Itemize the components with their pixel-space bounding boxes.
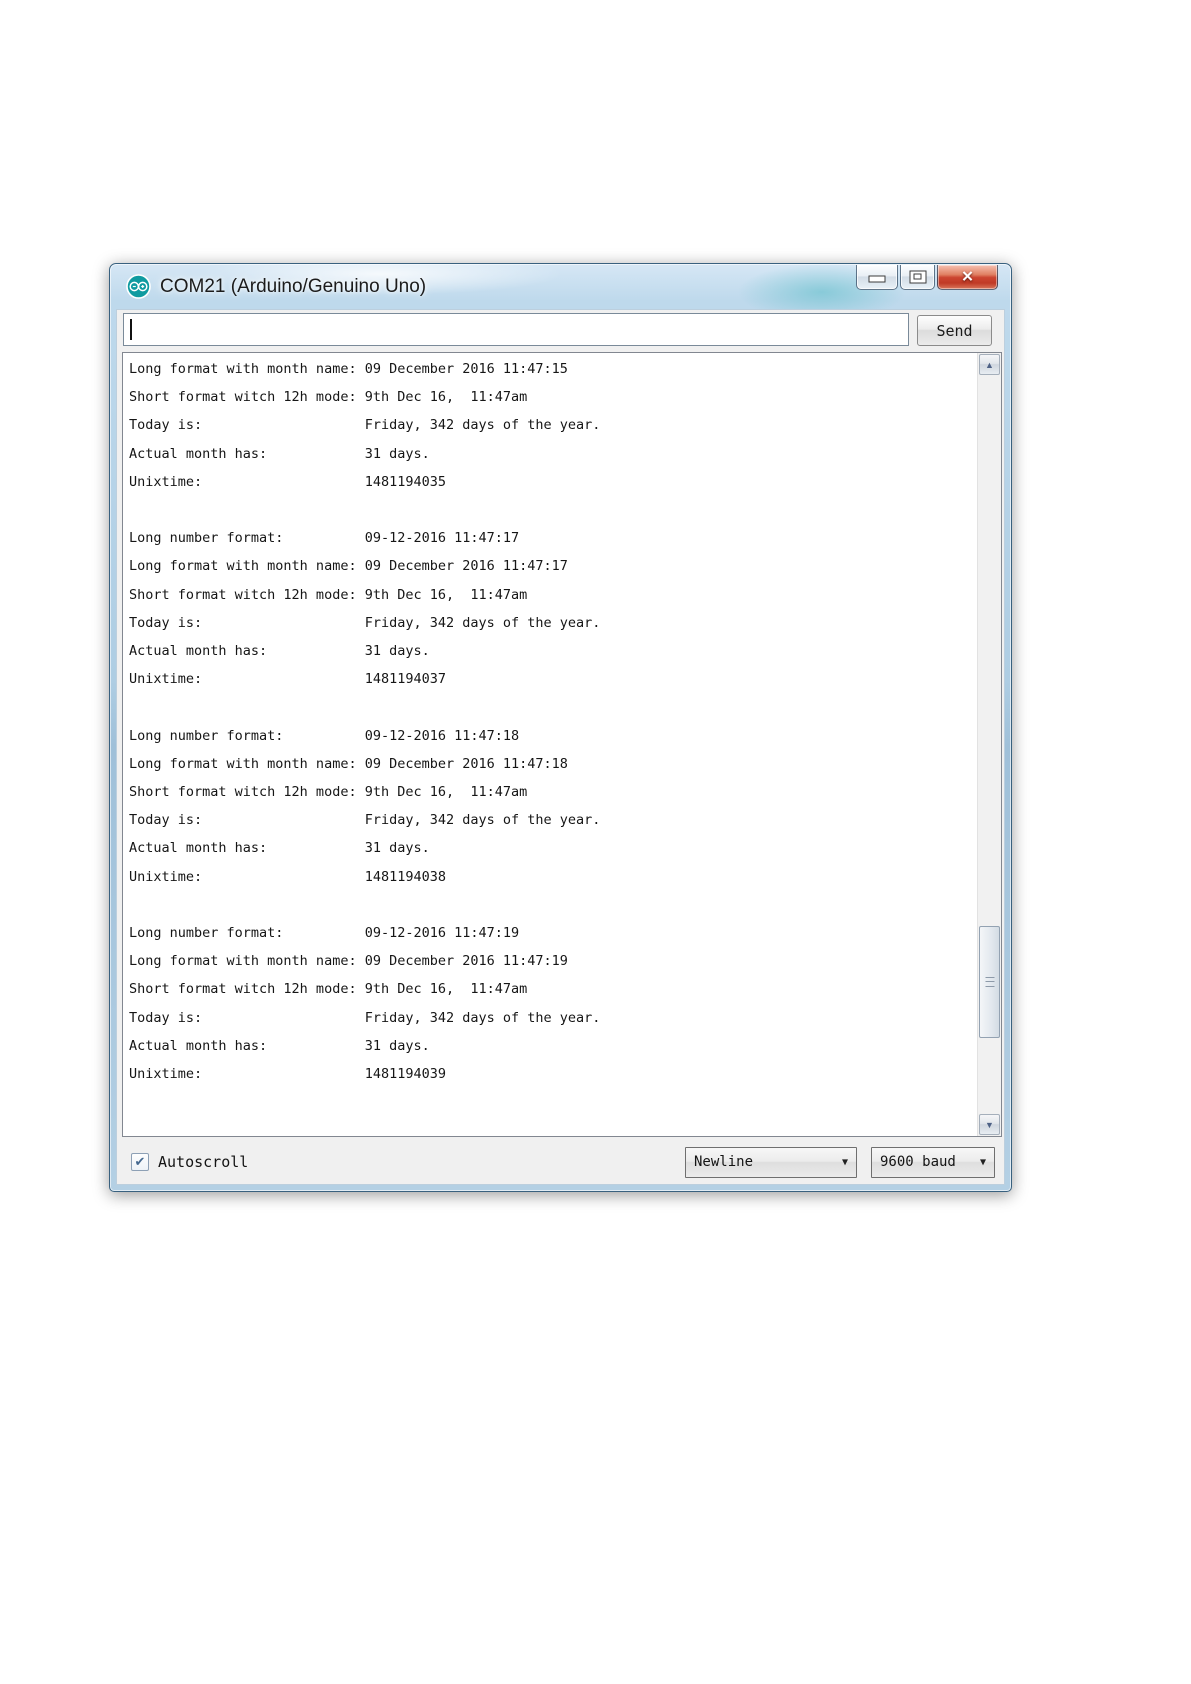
text-caret <box>130 319 132 340</box>
minimize-icon <box>868 275 886 283</box>
client-area: Send Long format with month name: 09 Dec… <box>116 309 1005 1185</box>
scroll-down-button[interactable]: ▼ <box>979 1114 1000 1135</box>
serial-input-wrap <box>123 313 909 346</box>
arrow-up-icon: ▲ <box>985 359 994 370</box>
check-icon: ✔ <box>134 1153 146 1169</box>
console-text: Long format with month name: 09 December… <box>129 361 601 1083</box>
baud-rate-value: 9600 baud <box>880 1154 956 1170</box>
maximize-button[interactable] <box>900 265 935 290</box>
autoscroll-checkbox[interactable]: ✔ <box>131 1153 149 1171</box>
maximize-icon <box>909 270 926 284</box>
scroll-up-button[interactable]: ▲ <box>979 354 1000 375</box>
title-bar[interactable]: COM21 (Arduino/Genuino Uno) ✕ <box>110 264 1011 309</box>
close-button[interactable]: ✕ <box>937 265 998 290</box>
serial-input[interactable] <box>123 313 909 346</box>
arduino-icon <box>126 274 151 299</box>
status-bar: ✔ Autoscroll Newline ▼ 9600 baud ▼ <box>116 1139 1005 1185</box>
console-output: Long format with month name: 09 December… <box>122 352 1002 1137</box>
arrow-down-icon: ▼ <box>985 1119 994 1130</box>
serial-monitor-window: COM21 (Arduino/Genuino Uno) ✕ Send Long … <box>109 263 1012 1192</box>
close-icon: ✕ <box>961 268 974 286</box>
desktop-background: COM21 (Arduino/Genuino Uno) ✕ Send Long … <box>0 0 1191 1684</box>
vertical-scrollbar[interactable]: ▲ ▼ <box>977 353 1001 1136</box>
line-ending-dropdown[interactable]: Newline ▼ <box>685 1146 857 1178</box>
window-title: COM21 (Arduino/Genuino Uno) <box>160 275 427 297</box>
minimize-button[interactable] <box>856 265 898 290</box>
send-button[interactable]: Send <box>917 315 992 346</box>
scrollbar-thumb[interactable] <box>979 926 1000 1038</box>
baud-rate-dropdown[interactable]: 9600 baud ▼ <box>871 1146 995 1178</box>
caption-buttons: ✕ <box>854 265 998 290</box>
chevron-down-icon: ▼ <box>979 1156 986 1168</box>
scrollbar-grip-icon <box>985 977 994 987</box>
line-ending-value: Newline <box>694 1154 754 1170</box>
autoscroll-label: Autoscroll <box>158 1153 249 1171</box>
chevron-down-icon: ▼ <box>841 1156 848 1168</box>
